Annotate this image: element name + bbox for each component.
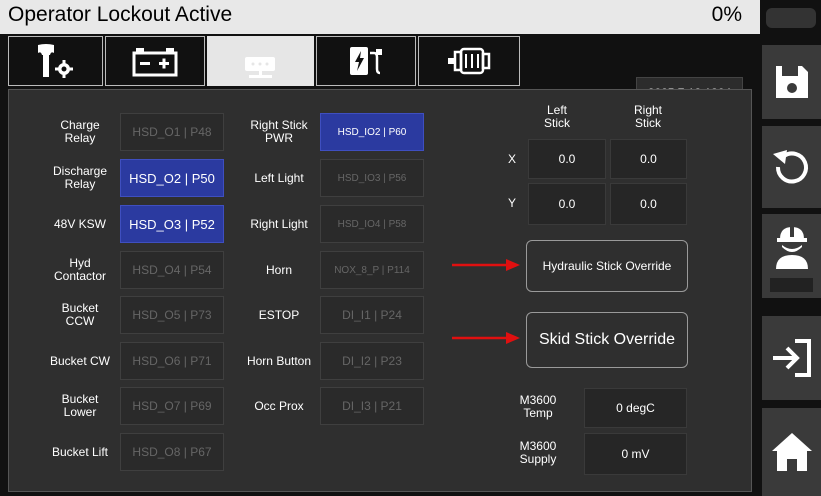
horn-button-label: Horn Button <box>246 353 312 368</box>
wrench-gear-icon <box>37 44 73 78</box>
save-icon <box>775 66 808 98</box>
right-stick-x-value: 0.0 <box>610 139 687 179</box>
battery-icon <box>132 48 178 77</box>
bucket-ccw-label: Bucket CCW <box>61 301 99 328</box>
bucket-lower-label: Bucket Lower <box>61 392 99 419</box>
ksw-48v-label: 48V KSW <box>53 216 107 231</box>
home-icon <box>771 433 812 471</box>
operator-indicator <box>770 278 813 292</box>
y-axis-label: Y <box>508 196 517 210</box>
motor-icon <box>448 47 491 75</box>
m3600-supply-value: 0 mV <box>584 433 687 475</box>
red-arrow-icon <box>452 259 520 271</box>
discharge-relay-output[interactable]: HSD_O2 | P50 <box>120 159 224 197</box>
occ-prox-label: Occ Prox <box>254 398 304 413</box>
bucket-ccw-output[interactable]: HSD_O5 | P73 <box>120 296 224 334</box>
hydraulic-stick-override-button[interactable]: Hydraulic Stick Override <box>526 240 688 292</box>
m3600-temp-value: 0 degC <box>584 388 687 428</box>
left-stick-x-value: 0.0 <box>528 139 606 179</box>
left-light-output[interactable]: HSD_IO3 | P56 <box>320 159 424 197</box>
refresh-button[interactable] <box>762 126 821 208</box>
skid-stick-override-button[interactable]: Skid Stick Override <box>526 312 688 368</box>
right-light-output[interactable]: HSD_IO4 | P58 <box>320 205 424 243</box>
tab-charger[interactable] <box>316 36 416 86</box>
hyd-contactor-output[interactable]: HSD_O4 | P54 <box>120 251 224 289</box>
right-stick-pwr-output[interactable]: HSD_IO2 | P60 <box>320 113 424 151</box>
x-axis-label: X <box>508 152 517 166</box>
occ-prox-input[interactable]: DI_I3 | P21 <box>320 387 424 425</box>
page-title: Operator Lockout Active <box>8 3 233 26</box>
status-pill <box>766 8 816 28</box>
logout-icon <box>772 339 811 377</box>
home-button[interactable] <box>762 408 821 496</box>
red-arrow-icon <box>452 332 520 344</box>
left-light-label: Left Light <box>254 170 304 185</box>
hyd-contactor-label: Hyd Contactor <box>53 256 107 283</box>
left-stick-header: Left Stick <box>543 103 570 130</box>
charge-relay-label: Charge Relay <box>60 118 100 145</box>
progress-percent: 0% <box>711 3 742 26</box>
estop-input[interactable]: DI_I1 | P24 <box>320 296 424 334</box>
ksw-48v-output[interactable]: HSD_O3 | P52 <box>120 205 224 243</box>
tab-network[interactable] <box>207 36 314 86</box>
charge-relay-output[interactable]: HSD_O1 | P48 <box>120 113 224 151</box>
operator-button[interactable] <box>762 214 821 298</box>
charger-icon <box>350 47 382 75</box>
horn-button-input[interactable]: DI_I2 | P23 <box>320 342 424 380</box>
right-stick-header: Right Stick <box>633 103 662 130</box>
left-stick-y-value: 0.0 <box>528 183 606 225</box>
logout-button[interactable] <box>762 316 821 400</box>
save-button[interactable] <box>762 45 821 119</box>
title-bar: Operator Lockout Active 0% <box>0 0 760 34</box>
operator-icon <box>775 226 808 269</box>
estop-label: ESTOP <box>258 307 300 322</box>
tab-motor[interactable] <box>418 36 520 86</box>
right-stick-y-value: 0.0 <box>610 183 687 225</box>
tab-settings[interactable] <box>8 36 103 86</box>
bucket-cw-output[interactable]: HSD_O6 | P71 <box>120 342 224 380</box>
tab-bar: 2025.7.18.1304 <box>0 34 760 110</box>
bucket-lift-label: Bucket Lift <box>51 444 109 459</box>
m3600-supply-label: M3600 Supply <box>519 439 557 466</box>
right-stick-pwr-label: Right Stick PWR <box>250 118 308 145</box>
refresh-icon <box>772 150 808 184</box>
horn-output[interactable]: NOX_8_P | P114 <box>320 251 424 289</box>
bucket-cw-label: Bucket CW <box>49 353 110 368</box>
m3600-temp-label: M3600 Temp <box>519 393 557 420</box>
horn-label: Horn <box>265 262 292 277</box>
right-light-label: Right Light <box>250 216 308 231</box>
bucket-lift-output[interactable]: HSD_O8 | P67 <box>120 433 224 471</box>
network-icon <box>244 57 275 78</box>
bucket-lower-output[interactable]: HSD_O7 | P69 <box>120 387 224 425</box>
tab-battery[interactable] <box>105 36 205 86</box>
discharge-relay-label: Discharge Relay <box>52 164 108 191</box>
